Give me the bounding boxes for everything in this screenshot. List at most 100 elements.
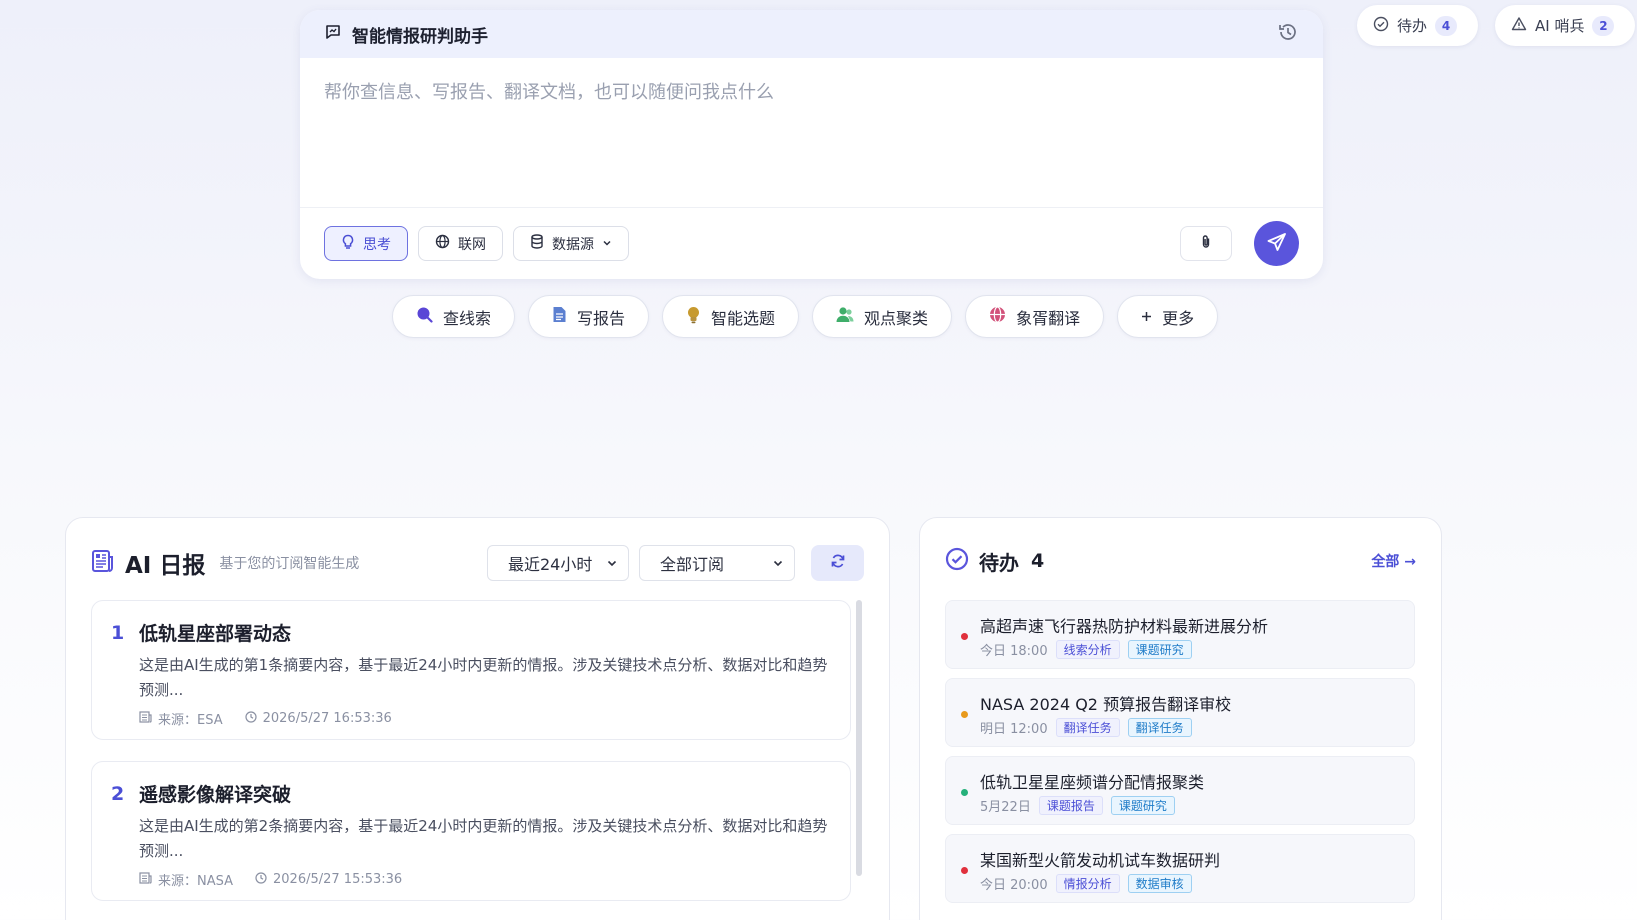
document-icon	[552, 306, 567, 327]
think-button[interactable]: 思考	[324, 226, 408, 261]
ai-sentinel-pill[interactable]: AI 哨兵 2	[1495, 5, 1635, 46]
datasource-dropdown[interactable]: 数据源	[513, 226, 629, 261]
quick-action-opinion-cluster[interactable]: 观点聚类	[812, 295, 953, 338]
subscription-value: 全部订阅	[660, 555, 725, 574]
web-search-button[interactable]: 联网	[418, 226, 503, 261]
quick-action-find-clues[interactable]: 查线索	[392, 295, 516, 338]
news-meta: 来源：NASA 2026/5/27 15:53:36	[139, 870, 402, 889]
chat-icon	[324, 23, 342, 45]
time-range-value: 最近24小时	[508, 555, 593, 574]
paperclip-icon	[1199, 234, 1213, 254]
datasource-label: 数据源	[552, 236, 594, 253]
clock-icon	[255, 871, 267, 888]
quick-action-label: 更多	[1162, 308, 1195, 328]
check-circle-icon	[945, 547, 969, 575]
todo-item-meta: 今日 20:00 情报分析 数据审核	[980, 874, 1192, 893]
todo-pill-count: 4	[1435, 15, 1458, 36]
subscription-select[interactable]: 全部订阅	[639, 545, 795, 581]
plus-icon	[1141, 307, 1152, 326]
quick-action-translate[interactable]: 象胥翻译	[965, 295, 1105, 338]
news-number: 1	[111, 622, 125, 644]
refresh-button[interactable]	[811, 545, 864, 581]
todo-item-time: 今日 18:00	[980, 644, 1048, 659]
warning-icon	[1511, 16, 1527, 36]
todo-item-title: 低轨卫星星座频谱分配情报聚类	[980, 773, 1205, 792]
send-button[interactable]	[1254, 221, 1299, 266]
web-search-label: 联网	[458, 236, 486, 253]
todo-item[interactable]: NASA 2024 Q2 预算报告翻译审校 明日 12:00 翻译任务 翻译任务	[945, 678, 1415, 747]
scrollbar[interactable]	[856, 600, 862, 876]
priority-dot	[961, 789, 968, 796]
assistant-header: 智能情报研判助手	[300, 10, 1323, 58]
prompt-input[interactable]: 帮你查信息、写报告、翻译文档，也可以随便问我点什么	[300, 58, 1323, 208]
todo-pill[interactable]: 待办 4	[1357, 5, 1478, 46]
news-time: 2026/5/27 15:53:36	[273, 872, 403, 887]
quick-action-label: 智能选题	[711, 308, 776, 328]
todo-item-meta: 5月22日 课题报告 课题研究	[980, 796, 1175, 815]
todo-item-tag: 课题研究	[1110, 796, 1175, 815]
todo-item-title: NASA 2024 Q2 预算报告翻译审校	[980, 695, 1232, 714]
clock-icon	[245, 710, 257, 727]
todo-item[interactable]: 高超声速飞行器热防护材料最新进展分析今日 18:00 线索分析 课题研究	[945, 600, 1415, 669]
chevron-down-icon	[772, 554, 784, 573]
todo-item-meta: 今日 18:00 线索分析 课题研究	[980, 640, 1192, 659]
news-title: 低轨星座部署动态	[139, 623, 292, 645]
attach-button[interactable]	[1180, 226, 1232, 261]
todo-item-tag: 课题报告	[1038, 796, 1103, 815]
send-icon	[1266, 231, 1288, 257]
todo-item[interactable]: 低轨卫星星座频谱分配情报聚类 5月22日 课题报告 课题研究	[945, 756, 1415, 825]
quick-action-label: 观点聚类	[864, 308, 929, 328]
todo-item-time: 今日 20:00	[980, 878, 1048, 893]
quick-action-more[interactable]: 更多	[1117, 295, 1219, 338]
todo-panel: 待办 4 全部 → 高超声速飞行器热防护材料最新进展分析今日 18:00 线索分析…	[919, 517, 1442, 920]
newspaper-icon	[91, 549, 115, 577]
news-item[interactable]: 1 低轨星座部署动态 这是由AI生成的第1条摘要内容，基于最近24小时内更新的情…	[91, 600, 851, 740]
news-item[interactable]: 2 遥感影像解译突破 这是由AI生成的第2条摘要内容，基于最近24小时内更新的情…	[91, 761, 851, 901]
quick-action-write-report[interactable]: 写报告	[528, 295, 650, 338]
todo-item-tag: 线索分析	[1055, 640, 1120, 659]
quick-action-smart-topic[interactable]: 智能选题	[662, 295, 800, 338]
quick-actions: 查线索 写报告 智能选题 观点聚类 象胥翻译 更多	[392, 295, 1219, 338]
assistant-title: 智能情报研判助手	[352, 26, 488, 47]
todo-item-tag: 课题研究	[1127, 640, 1192, 659]
think-button-label: 思考	[363, 236, 391, 253]
chevron-down-icon	[602, 236, 612, 252]
todo-item-time: 5月22日	[980, 800, 1031, 815]
quick-action-label: 查线索	[443, 308, 492, 328]
todo-title: 待办	[979, 550, 1019, 575]
quick-action-label: 象胥翻译	[1016, 308, 1081, 328]
todo-item[interactable]: 某国新型火箭发动机试车数据研判 今日 20:00 情报分析 数据审核	[945, 834, 1415, 903]
news-meta: 来源：ESA 2026/5/27 16:53:36	[139, 709, 392, 728]
todo-header: 待办 4 全部 →	[945, 545, 1416, 577]
refresh-icon	[830, 553, 846, 573]
news-source: 来源：ESA	[158, 713, 223, 728]
search-icon	[416, 306, 433, 327]
todo-view-all-link[interactable]: 全部 →	[1371, 551, 1416, 571]
priority-dot	[961, 711, 968, 718]
todo-item-tag: 翻译任务	[1055, 718, 1120, 737]
ai-daily-subtitle: 基于您的订阅智能生成	[219, 556, 360, 572]
todo-item-meta: 明日 12:00 翻译任务 翻译任务	[980, 718, 1192, 737]
news-summary: 这是由AI生成的第1条摘要内容，基于最近24小时内更新的情报。涉及关键技术点分析…	[139, 656, 828, 699]
todo-item-title: 高超声速飞行器热防护材料最新进展分析	[980, 617, 1269, 636]
history-icon[interactable]	[1277, 21, 1299, 47]
todo-item-tag: 情报分析	[1055, 874, 1120, 893]
assistant-toolbar: 思考 联网 数据源	[300, 208, 1323, 279]
todo-item-title: 某国新型火箭发动机试车数据研判	[980, 851, 1221, 870]
database-icon	[530, 234, 544, 253]
ai-daily-title: AI 日报	[125, 553, 206, 579]
people-icon	[836, 306, 854, 327]
chevron-down-icon	[606, 554, 618, 573]
globe-icon	[435, 234, 450, 253]
news-summary: 这是由AI生成的第2条摘要内容，基于最近24小时内更新的情报。涉及关键技术点分析…	[139, 817, 828, 860]
time-range-select[interactable]: 最近24小时	[487, 545, 629, 581]
todo-pill-label: 待办	[1397, 17, 1428, 35]
lightbulb-icon	[686, 306, 701, 328]
quick-action-label: 写报告	[577, 308, 626, 328]
newspaper-icon	[139, 710, 152, 727]
news-number: 2	[111, 783, 125, 805]
globe-icon	[989, 306, 1006, 327]
assistant-card: 智能情报研判助手 帮你查信息、写报告、翻译文档，也可以随便问我点什么 思考 联网…	[300, 10, 1323, 279]
ai-daily-header: AI 日报 基于您的订阅智能生成 最近24小时 全部订阅	[91, 544, 864, 582]
todo-item-time: 明日 12:00	[980, 722, 1048, 737]
